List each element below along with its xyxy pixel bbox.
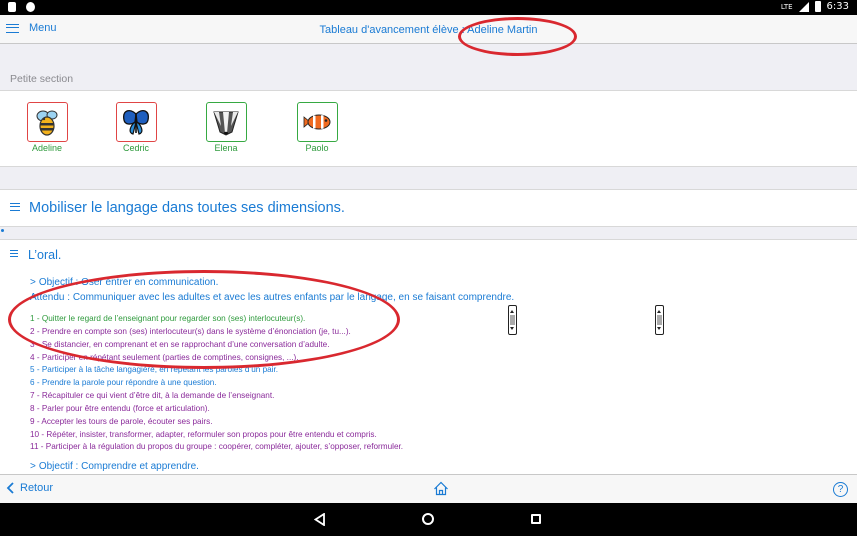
skill-item[interactable]: 3 - Se distancier, en comprenant et en s… bbox=[30, 339, 403, 352]
skill-item[interactable]: 9 - Accepter les tours de parole, écoute… bbox=[30, 416, 403, 429]
section-label: Petite section bbox=[10, 73, 74, 85]
home-button[interactable] bbox=[433, 481, 449, 501]
objective-text: Oser entrer en communication. bbox=[81, 277, 219, 288]
selection-dot bbox=[1, 229, 4, 232]
butterfly-icon bbox=[115, 102, 157, 142]
bee-icon bbox=[26, 102, 68, 142]
system-nav-bar bbox=[0, 503, 857, 536]
objective-text: Comprendre et apprendre. bbox=[81, 461, 199, 472]
content-panel: L’oral. > Objectif : Oser entrer en commu… bbox=[0, 239, 857, 474]
clownfish-icon bbox=[296, 102, 338, 142]
skill-item[interactable]: 2 - Prendre en compte son (ses) interloc… bbox=[30, 326, 403, 339]
app-header: Menu Tableau d'avancement élève : Adelin… bbox=[0, 15, 857, 44]
section-header: Petite section bbox=[0, 68, 857, 90]
android-icon bbox=[26, 2, 35, 12]
clock: 6:33 bbox=[826, 1, 849, 12]
signal-icon bbox=[798, 1, 809, 12]
chevron-right-icon: > bbox=[30, 461, 36, 472]
level-stepper[interactable] bbox=[508, 305, 517, 335]
skill-item[interactable]: 4 - Participer en répétant seulement (pa… bbox=[30, 352, 403, 365]
student-name: Elena bbox=[214, 143, 238, 153]
student-item-elena[interactable]: Elena bbox=[203, 102, 249, 153]
objective-prefix: Objectif : bbox=[38, 461, 82, 472]
skill-item[interactable]: 1 - Quitter le regard de l’enseignant po… bbox=[30, 313, 403, 326]
domain-heading[interactable]: Mobiliser le langage dans toutes ses dim… bbox=[0, 189, 857, 227]
footer-toolbar: Retour ? bbox=[0, 474, 857, 503]
student-list: Adeline Cedric Elena Paolo bbox=[0, 90, 857, 167]
back-button[interactable]: Retour bbox=[6, 482, 53, 494]
skill-list: 1 - Quitter le regard de l’enseignant po… bbox=[30, 313, 403, 454]
home-circle-icon[interactable] bbox=[422, 513, 434, 525]
home-icon bbox=[434, 481, 448, 496]
page-title: Tableau d'avancement élève : Adeline Mar… bbox=[319, 24, 538, 36]
notification-icon bbox=[8, 2, 16, 12]
student-item-paolo[interactable]: Paolo bbox=[294, 102, 340, 153]
skill-item[interactable]: 6 - Prendre la parole pour répondre à un… bbox=[30, 377, 403, 390]
domain-title: Mobiliser le langage dans toutes ses dim… bbox=[29, 200, 345, 216]
attendu-text: Communiquer avec les adultes et avec les… bbox=[72, 292, 515, 303]
help-button[interactable]: ? bbox=[833, 482, 848, 497]
status-bar: LTE 6:33 bbox=[0, 0, 857, 15]
level-stepper[interactable] bbox=[655, 305, 664, 335]
battery-icon bbox=[814, 1, 821, 12]
objective-row[interactable]: > Objectif : Oser entrer en communication… bbox=[30, 277, 218, 288]
back-label: Retour bbox=[20, 482, 54, 494]
chevron-right-icon: > bbox=[30, 277, 36, 288]
skill-item[interactable]: 11 - Participer à la régulation du propo… bbox=[30, 441, 403, 454]
attendu-row: Attendu : Communiquer avec les adultes e… bbox=[30, 292, 514, 303]
back-triangle-icon[interactable] bbox=[314, 513, 325, 526]
subdomain-title[interactable]: L’oral. bbox=[28, 248, 61, 262]
skill-item[interactable]: 7 - Récapituler ce qui vient d’être dit,… bbox=[30, 390, 403, 403]
list-icon bbox=[10, 250, 18, 257]
student-name: Adeline bbox=[31, 143, 63, 153]
student-name: Paolo bbox=[305, 143, 329, 153]
recents-square-icon[interactable] bbox=[531, 514, 541, 524]
badger-icon bbox=[205, 102, 247, 142]
attendu-prefix: Attendu : bbox=[30, 292, 73, 303]
list-icon bbox=[10, 203, 20, 211]
skill-item[interactable]: 10 - Répéter, insister, transformer, ada… bbox=[30, 429, 403, 442]
network-label: LTE bbox=[780, 2, 793, 11]
skill-item[interactable]: 8 - Parler pour être entendu (force et a… bbox=[30, 403, 403, 416]
skill-item[interactable]: 5 - Participer à la tâche langagière, en… bbox=[30, 364, 403, 377]
objective-prefix: Objectif : bbox=[38, 277, 82, 288]
chevron-left-icon bbox=[6, 482, 14, 494]
student-name: Cedric bbox=[122, 143, 149, 153]
student-item-adeline[interactable]: Adeline bbox=[24, 102, 70, 153]
objective-row[interactable]: > Objectif : Comprendre et apprendre. bbox=[30, 461, 199, 472]
student-item-cedric[interactable]: Cedric bbox=[113, 102, 159, 153]
